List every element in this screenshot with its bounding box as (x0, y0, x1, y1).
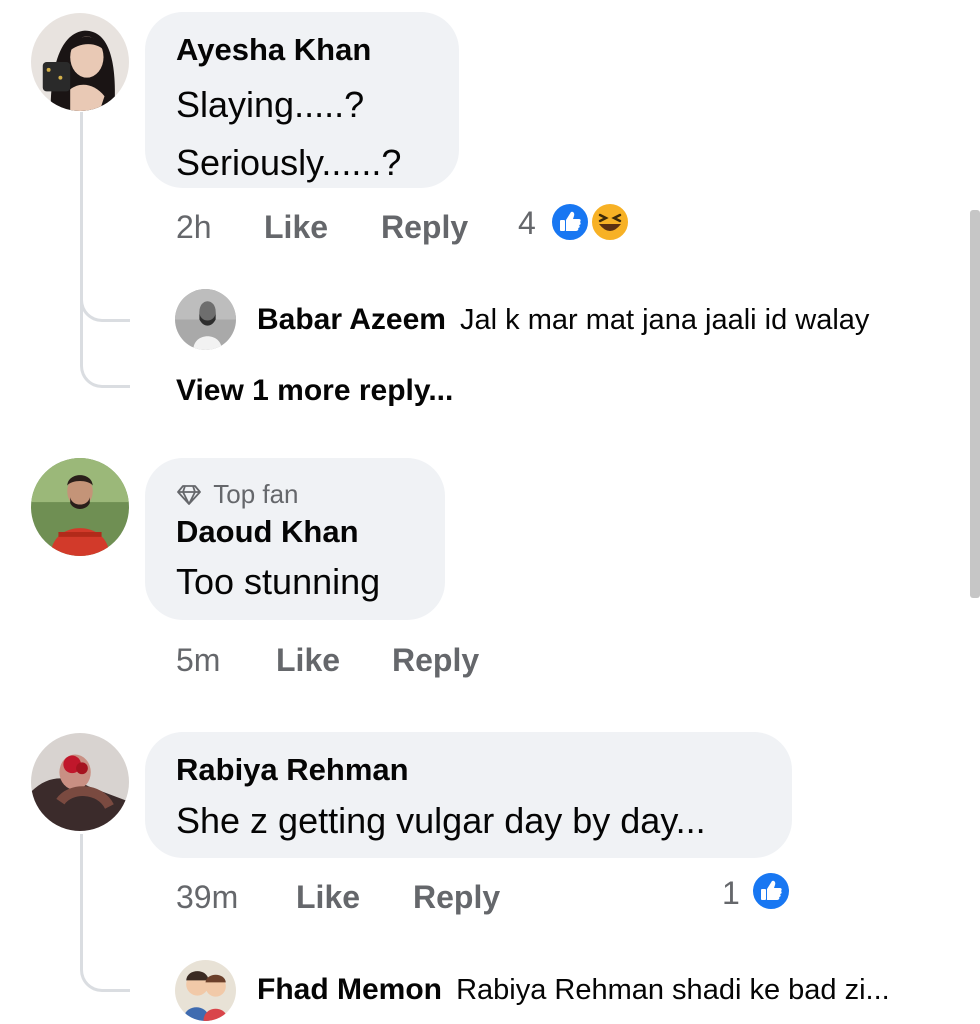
thread-connector (80, 312, 130, 388)
reply-button[interactable]: Reply (381, 207, 468, 247)
like-button[interactable]: Like (264, 207, 328, 247)
comment-text: Seriously......? (176, 142, 402, 183)
reply-author[interactable]: Fhad Memon (257, 973, 442, 1006)
haha-icon[interactable] (590, 202, 630, 242)
comment-author[interactable]: Daoud Khan (176, 512, 359, 552)
reply-item[interactable]: Babar Azeem Jal k mar mat jana jaali id … (257, 302, 869, 338)
comment-author[interactable]: Rabiya Rehman (176, 750, 409, 790)
comment-bubble[interactable]: Top fan Daoud Khan Too stunning (145, 458, 445, 620)
reply-author[interactable]: Babar Azeem (257, 303, 446, 336)
reply-text: Rabiya Rehman shadi ke bad zi... (456, 974, 890, 1006)
comment-text: She z getting vulgar day by day... (176, 800, 706, 841)
comment-bubble[interactable]: Ayesha Khan Slaying.....? Seriously.....… (145, 12, 459, 188)
reply-text: Jal k mar mat jana jaali id walay (460, 304, 870, 336)
reaction-count[interactable]: 1 (722, 873, 740, 913)
comment-bubble[interactable]: Rabiya Rehman She z getting vulgar day b… (145, 732, 792, 858)
comment-author[interactable]: Ayesha Khan (176, 30, 371, 70)
like-icon[interactable] (751, 871, 791, 911)
comment-timestamp[interactable]: 5m (176, 640, 220, 680)
diamond-icon (176, 481, 202, 513)
view-more-replies[interactable]: View 1 more reply... (176, 372, 453, 410)
reaction-count[interactable]: 4 (518, 203, 536, 243)
badge-label: Top fan (213, 479, 299, 509)
reply-button[interactable]: Reply (413, 877, 500, 917)
reply-item[interactable]: Fhad Memon Rabiya Rehman shadi ke bad zi… (257, 972, 890, 1008)
comment-timestamp[interactable]: 2h (176, 207, 212, 247)
like-button[interactable]: Like (296, 877, 360, 917)
avatar[interactable] (175, 960, 236, 1021)
thread-connector (80, 920, 130, 992)
like-icon[interactable] (550, 202, 590, 242)
scrollbar[interactable] (970, 210, 980, 598)
reply-button[interactable]: Reply (392, 640, 479, 680)
avatar[interactable] (31, 733, 129, 831)
comment-text: Slaying.....? (176, 84, 365, 125)
like-button[interactable]: Like (276, 640, 340, 680)
top-fan-badge: Top fan (176, 478, 299, 513)
comment-text: Too stunning (176, 561, 381, 602)
avatar[interactable] (31, 458, 129, 556)
comment-timestamp[interactable]: 39m (176, 877, 238, 917)
avatar[interactable] (175, 289, 236, 350)
avatar[interactable] (31, 13, 129, 111)
